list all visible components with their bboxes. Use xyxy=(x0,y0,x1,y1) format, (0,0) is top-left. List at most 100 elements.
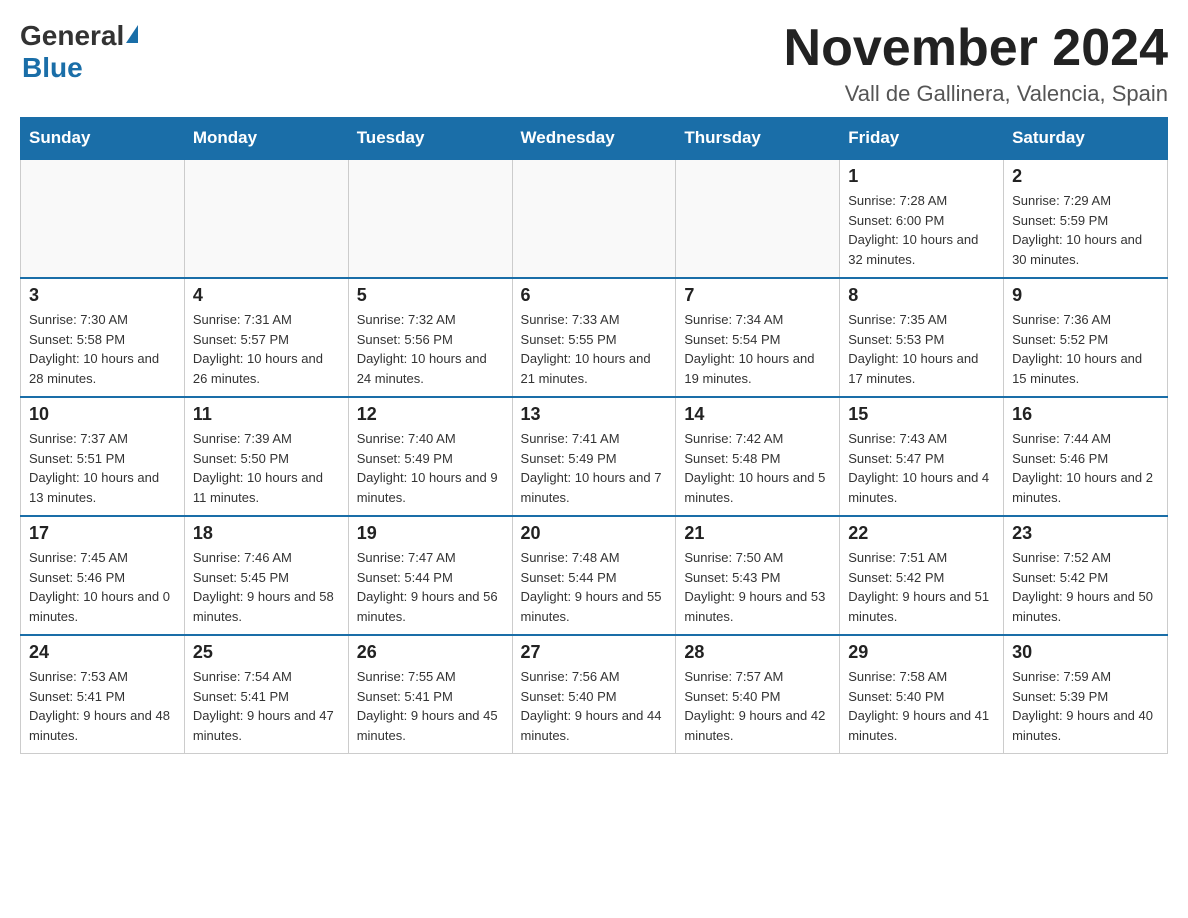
day-number: 1 xyxy=(848,166,995,187)
title-area: November 2024 Vall de Gallinera, Valenci… xyxy=(784,20,1168,107)
day-number: 22 xyxy=(848,523,995,544)
calendar-cell: 17 Sunrise: 7:45 AMSunset: 5:46 PMDayligh… xyxy=(21,516,185,635)
day-number: 10 xyxy=(29,404,176,425)
day-number: 17 xyxy=(29,523,176,544)
calendar-cell: 22 Sunrise: 7:51 AMSunset: 5:42 PMDayligh… xyxy=(840,516,1004,635)
calendar-cell xyxy=(184,159,348,278)
day-number: 19 xyxy=(357,523,504,544)
calendar-cell: 12 Sunrise: 7:40 AMSunset: 5:49 PMDayligh… xyxy=(348,397,512,516)
logo-general-text: General xyxy=(20,20,124,52)
column-header-friday: Friday xyxy=(840,118,1004,160)
logo-blue-text: Blue xyxy=(22,52,83,84)
calendar-cell: 30Sunrise: 7:59 AMSunset: 5:39 PMDayligh… xyxy=(1004,635,1168,754)
day-number: 8 xyxy=(848,285,995,306)
calendar-cell: 7Sunrise: 7:34 AMSunset: 5:54 PMDaylight… xyxy=(676,278,840,397)
day-info: Sunrise: 7:36 AMSunset: 5:52 PMDaylight:… xyxy=(1012,310,1159,388)
calendar-cell: 20 Sunrise: 7:48 AMSunset: 5:44 PMDayligh… xyxy=(512,516,676,635)
day-number: 16 xyxy=(1012,404,1159,425)
calendar-cell: 5 Sunrise: 7:32 AMSunset: 5:56 PMDaylight… xyxy=(348,278,512,397)
day-number: 27 xyxy=(521,642,668,663)
column-header-sunday: Sunday xyxy=(21,118,185,160)
day-info: Sunrise: 7:55 AMSunset: 5:41 PMDaylight:… xyxy=(357,667,504,745)
week-row-2: 3 Sunrise: 7:30 AMSunset: 5:58 PMDaylight… xyxy=(21,278,1168,397)
day-number: 14 xyxy=(684,404,831,425)
day-info: Sunrise: 7:50 AMSunset: 5:43 PMDaylight:… xyxy=(684,548,831,626)
week-row-3: 10 Sunrise: 7:37 AMSunset: 5:51 PMDayligh… xyxy=(21,397,1168,516)
calendar-cell: 21 Sunrise: 7:50 AMSunset: 5:43 PMDayligh… xyxy=(676,516,840,635)
week-row-4: 17 Sunrise: 7:45 AMSunset: 5:46 PMDayligh… xyxy=(21,516,1168,635)
day-info: Sunrise: 7:31 AMSunset: 5:57 PMDaylight:… xyxy=(193,310,340,388)
calendar-cell: 26Sunrise: 7:55 AMSunset: 5:41 PMDayligh… xyxy=(348,635,512,754)
calendar-cell xyxy=(348,159,512,278)
calendar-cell: 13Sunrise: 7:41 AMSunset: 5:49 PMDayligh… xyxy=(512,397,676,516)
logo: General Blue xyxy=(20,20,138,84)
day-info: Sunrise: 7:57 AMSunset: 5:40 PMDaylight:… xyxy=(684,667,831,745)
day-number: 30 xyxy=(1012,642,1159,663)
week-row-1: 1Sunrise: 7:28 AMSunset: 6:00 PMDaylight… xyxy=(21,159,1168,278)
calendar-cell: 11Sunrise: 7:39 AMSunset: 5:50 PMDayligh… xyxy=(184,397,348,516)
day-info: Sunrise: 7:44 AMSunset: 5:46 PMDaylight:… xyxy=(1012,429,1159,507)
day-number: 2 xyxy=(1012,166,1159,187)
day-number: 6 xyxy=(521,285,668,306)
day-info: Sunrise: 7:47 AMSunset: 5:44 PMDaylight:… xyxy=(357,548,504,626)
calendar-cell: 23 Sunrise: 7:52 AMSunset: 5:42 PMDayligh… xyxy=(1004,516,1168,635)
day-number: 24 xyxy=(29,642,176,663)
calendar-cell: 18 Sunrise: 7:46 AMSunset: 5:45 PMDayligh… xyxy=(184,516,348,635)
page-header: General Blue November 2024 Vall de Galli… xyxy=(20,20,1168,107)
day-info: Sunrise: 7:51 AMSunset: 5:42 PMDaylight:… xyxy=(848,548,995,626)
calendar-cell: 4 Sunrise: 7:31 AMSunset: 5:57 PMDaylight… xyxy=(184,278,348,397)
day-info: Sunrise: 7:45 AMSunset: 5:46 PMDaylight:… xyxy=(29,548,176,626)
day-info: Sunrise: 7:43 AMSunset: 5:47 PMDaylight:… xyxy=(848,429,995,507)
day-number: 25 xyxy=(193,642,340,663)
day-info: Sunrise: 7:56 AMSunset: 5:40 PMDaylight:… xyxy=(521,667,668,745)
day-number: 5 xyxy=(357,285,504,306)
calendar-cell: 27 Sunrise: 7:56 AMSunset: 5:40 PMDayligh… xyxy=(512,635,676,754)
calendar-cell: 2 Sunrise: 7:29 AMSunset: 5:59 PMDaylight… xyxy=(1004,159,1168,278)
calendar-cell: 19 Sunrise: 7:47 AMSunset: 5:44 PMDayligh… xyxy=(348,516,512,635)
day-info: Sunrise: 7:30 AMSunset: 5:58 PMDaylight:… xyxy=(29,310,176,388)
calendar-cell: 28 Sunrise: 7:57 AMSunset: 5:40 PMDayligh… xyxy=(676,635,840,754)
day-number: 28 xyxy=(684,642,831,663)
day-info: Sunrise: 7:52 AMSunset: 5:42 PMDaylight:… xyxy=(1012,548,1159,626)
day-info: Sunrise: 7:32 AMSunset: 5:56 PMDaylight:… xyxy=(357,310,504,388)
week-row-5: 24 Sunrise: 7:53 AMSunset: 5:41 PMDayligh… xyxy=(21,635,1168,754)
location-subtitle: Vall de Gallinera, Valencia, Spain xyxy=(784,81,1168,107)
calendar-table: SundayMondayTuesdayWednesdayThursdayFrid… xyxy=(20,117,1168,754)
day-number: 15 xyxy=(848,404,995,425)
calendar-cell: 29Sunrise: 7:58 AMSunset: 5:40 PMDayligh… xyxy=(840,635,1004,754)
column-header-thursday: Thursday xyxy=(676,118,840,160)
day-info: Sunrise: 7:48 AMSunset: 5:44 PMDaylight:… xyxy=(521,548,668,626)
column-header-monday: Monday xyxy=(184,118,348,160)
day-info: Sunrise: 7:41 AMSunset: 5:49 PMDaylight:… xyxy=(521,429,668,507)
month-title: November 2024 xyxy=(784,20,1168,77)
day-number: 21 xyxy=(684,523,831,544)
day-number: 20 xyxy=(521,523,668,544)
calendar-cell xyxy=(21,159,185,278)
day-info: Sunrise: 7:34 AMSunset: 5:54 PMDaylight:… xyxy=(684,310,831,388)
calendar-cell: 24 Sunrise: 7:53 AMSunset: 5:41 PMDayligh… xyxy=(21,635,185,754)
day-number: 18 xyxy=(193,523,340,544)
day-info: Sunrise: 7:42 AMSunset: 5:48 PMDaylight:… xyxy=(684,429,831,507)
day-info: Sunrise: 7:53 AMSunset: 5:41 PMDaylight:… xyxy=(29,667,176,745)
day-number: 11 xyxy=(193,404,340,425)
logo-triangle-icon xyxy=(126,25,138,43)
calendar-cell xyxy=(512,159,676,278)
column-header-wednesday: Wednesday xyxy=(512,118,676,160)
day-number: 12 xyxy=(357,404,504,425)
calendar-header-row: SundayMondayTuesdayWednesdayThursdayFrid… xyxy=(21,118,1168,160)
day-number: 29 xyxy=(848,642,995,663)
day-number: 4 xyxy=(193,285,340,306)
day-number: 3 xyxy=(29,285,176,306)
calendar-cell: 10 Sunrise: 7:37 AMSunset: 5:51 PMDayligh… xyxy=(21,397,185,516)
day-info: Sunrise: 7:40 AMSunset: 5:49 PMDaylight:… xyxy=(357,429,504,507)
day-info: Sunrise: 7:37 AMSunset: 5:51 PMDaylight:… xyxy=(29,429,176,507)
day-number: 23 xyxy=(1012,523,1159,544)
day-info: Sunrise: 7:46 AMSunset: 5:45 PMDaylight:… xyxy=(193,548,340,626)
calendar-cell: 9Sunrise: 7:36 AMSunset: 5:52 PMDaylight… xyxy=(1004,278,1168,397)
calendar-cell: 14 Sunrise: 7:42 AMSunset: 5:48 PMDayligh… xyxy=(676,397,840,516)
column-header-saturday: Saturday xyxy=(1004,118,1168,160)
day-info: Sunrise: 7:29 AMSunset: 5:59 PMDaylight:… xyxy=(1012,191,1159,269)
column-header-tuesday: Tuesday xyxy=(348,118,512,160)
calendar-cell: 15 Sunrise: 7:43 AMSunset: 5:47 PMDayligh… xyxy=(840,397,1004,516)
calendar-cell: 25Sunrise: 7:54 AMSunset: 5:41 PMDayligh… xyxy=(184,635,348,754)
